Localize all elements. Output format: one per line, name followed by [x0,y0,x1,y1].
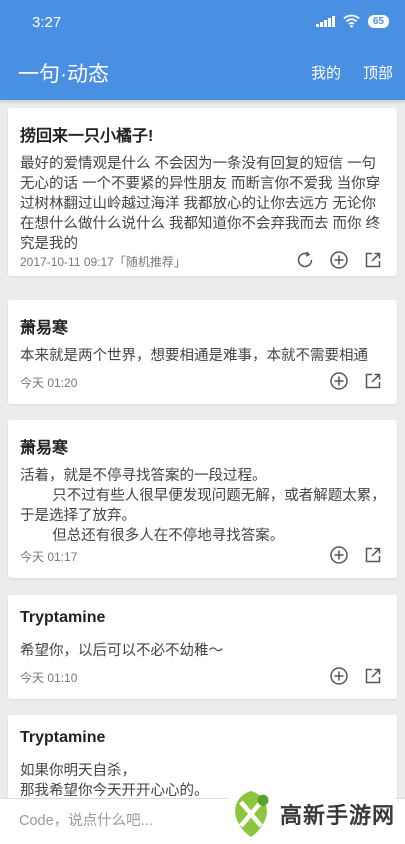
watermark-emblem-icon [235,791,269,837]
post-actions [329,371,383,391]
scroll-top-button[interactable]: 顶部 [363,62,393,83]
my-profile-button[interactable]: 我的 [311,62,341,83]
app-bar: 一句·动态 我的 顶部 [0,44,405,100]
post-author: 萧易寒 [20,320,69,337]
post-timestamp: 2017-10-11 09:17「随机推荐」 [20,255,186,269]
share-icon[interactable] [363,545,383,565]
post-content: 希望你，以后可以不必不幼稚～ [20,643,223,659]
post-timestamp: 今天 01:10 [20,671,78,685]
plus-circle-icon[interactable] [329,371,349,391]
post-card: 捞回来一只小橘子! 最好的爱情观是什么 不会因为一条没有回复的短信 一句无心的话… [8,108,397,276]
post-content: 活着，就是不停寻找答案的一段过程。 只不过有些人很早便发现问题无解，或者解题太累… [20,468,386,544]
post-actions [329,545,383,565]
post-author: 捞回来一只小橘子! [20,128,154,145]
plus-circle-icon[interactable] [329,250,349,270]
app-bar-actions: 我的 顶部 [311,62,393,83]
comment-input[interactable] [17,812,211,830]
post-card: 萧易寒 本来就是两个世界，想要相通是难事，本就不需要相通 今天 01:20 [8,300,397,404]
signal-icon [316,15,335,27]
post-timestamp: 今天 01:20 [20,376,78,390]
post-card: 萧易寒 活着，就是不停寻找答案的一段过程。 只不过有些人很早便发现问题无解，或者… [8,420,397,578]
watermark-logo: 高新手游网 [227,789,395,839]
post-card: Tryptamine 希望你，以后可以不必不幼稚～ 今天 01:10 [8,595,397,699]
post-actions [295,250,383,270]
post-author: 萧易寒 [20,440,69,457]
post-feed[interactable]: 捞回来一只小橘子! 最好的爱情观是什么 不会因为一条没有回复的短信 一句无心的话… [0,100,405,798]
post-content: 最好的爱情观是什么 不会因为一条没有回复的短信 一句无心的话 一个不要紧的异性朋… [20,156,381,252]
plus-circle-icon[interactable] [329,545,349,565]
post-timestamp: 今天 01:17 [20,550,78,564]
battery-indicator: 65 [367,14,389,28]
status-time: 3:27 [32,14,62,31]
post-author: Tryptamine [20,729,106,746]
refresh-icon[interactable] [295,250,315,270]
post-actions [329,666,383,686]
share-icon[interactable] [363,666,383,686]
watermark-text: 高新手游网 [279,803,395,828]
status-icons: 65 [316,14,389,28]
share-icon[interactable] [363,371,383,391]
post-card: Tryptamine 如果你明天自杀， 那我希望你今天开开心心的。 [8,715,397,798]
post-author: Tryptamine [20,609,106,626]
post-content: 本来就是两个世界，想要相通是难事，本就不需要相通 [20,348,368,364]
plus-circle-icon[interactable] [329,666,349,686]
app-title: 一句·动态 [18,63,109,86]
share-icon[interactable] [363,250,383,270]
status-bar: 3:27 65 [0,0,405,44]
wifi-icon [343,14,360,28]
